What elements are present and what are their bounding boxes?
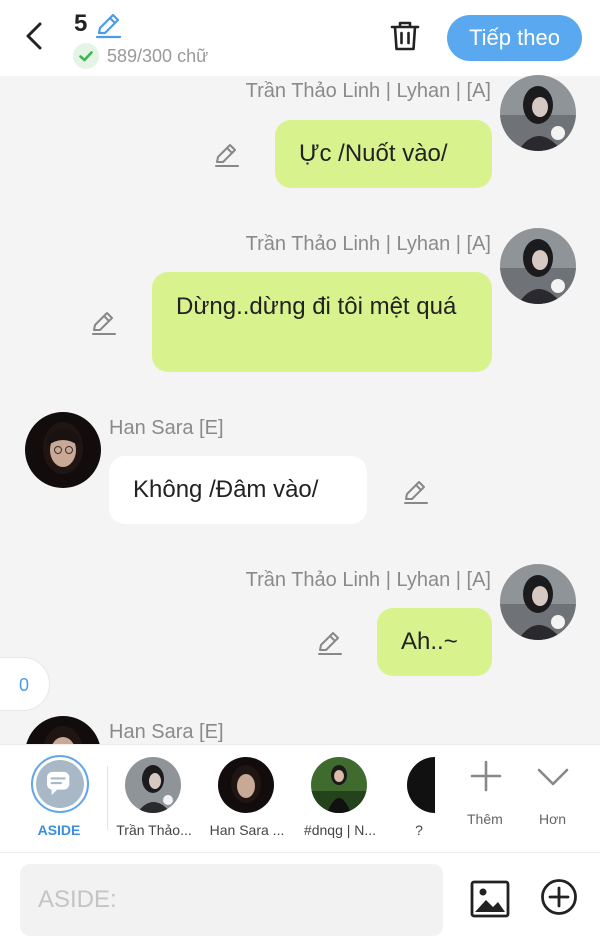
avatar-tran-thao-linh[interactable] xyxy=(500,564,576,640)
image-icon[interactable] xyxy=(469,878,511,920)
avatar-tran-thao-linh[interactable] xyxy=(500,228,576,304)
message-bubble[interactable]: Ực /Nuốt vào/ xyxy=(275,120,492,188)
sender-name: Trần Thảo Linh | Lyhan | [A] xyxy=(245,569,491,591)
avatar-tran-thao-linh[interactable] xyxy=(500,75,576,151)
pencil-icon[interactable] xyxy=(402,478,430,506)
more-label[interactable]: Hơn xyxy=(539,811,566,827)
message-bubble[interactable]: Ah..~ xyxy=(377,608,492,676)
character-label: ? xyxy=(415,822,423,838)
message-bubble[interactable]: Không /Đâm vào/ xyxy=(109,456,367,524)
check-icon xyxy=(73,43,99,69)
add-character-label[interactable]: Thêm xyxy=(467,811,503,827)
comment-count-badge[interactable]: 0 xyxy=(0,657,50,711)
avatar xyxy=(311,757,367,813)
character-label: Han Sara ... xyxy=(209,822,285,838)
pencil-icon[interactable] xyxy=(316,629,344,657)
character-unknown[interactable]: ? xyxy=(385,744,463,852)
back-arrow-icon[interactable] xyxy=(18,18,54,54)
character-label: #dnqg | N... xyxy=(303,822,377,838)
sender-name: Han Sara [E] xyxy=(109,417,224,439)
character-label-aside: ASIDE xyxy=(37,822,81,838)
avatar xyxy=(218,757,274,813)
avatar xyxy=(125,757,181,813)
chapter-number: 5 xyxy=(74,10,88,37)
avatar xyxy=(407,757,463,813)
character-label: Trần Thảo... xyxy=(116,822,192,838)
sender-name: Trần Thảo Linh | Lyhan | [A] xyxy=(245,233,491,255)
sender-name: Trần Thảo Linh | Lyhan | [A] xyxy=(245,80,491,102)
chevron-down-icon[interactable] xyxy=(535,760,571,792)
next-button[interactable]: Tiếp theo xyxy=(447,15,582,61)
sender-name: Han Sara [E] xyxy=(109,721,224,743)
character-dnqg[interactable]: #dnqg | N... xyxy=(292,744,388,852)
pencil-icon[interactable] xyxy=(94,11,122,39)
add-circle-icon[interactable] xyxy=(539,877,579,917)
pencil-icon[interactable] xyxy=(90,309,118,337)
word-count: 589/300 chữ xyxy=(107,46,209,66)
pencil-icon[interactable] xyxy=(213,141,241,169)
message-input[interactable] xyxy=(20,864,443,936)
trash-icon[interactable] xyxy=(387,18,423,54)
aside-avatar[interactable] xyxy=(31,755,89,813)
top-bar: 5 589/300 chữ Tiếp theo xyxy=(0,0,600,76)
avatar-han-sara[interactable] xyxy=(25,412,101,488)
character-tran-thao-linh[interactable]: Trần Thảo... xyxy=(106,744,202,852)
message-bubble[interactable]: Dừng..dừng đi tôi mệt quá xyxy=(152,272,492,372)
character-han-sara[interactable]: Han Sara ... xyxy=(199,744,295,852)
plus-icon[interactable] xyxy=(468,758,504,794)
